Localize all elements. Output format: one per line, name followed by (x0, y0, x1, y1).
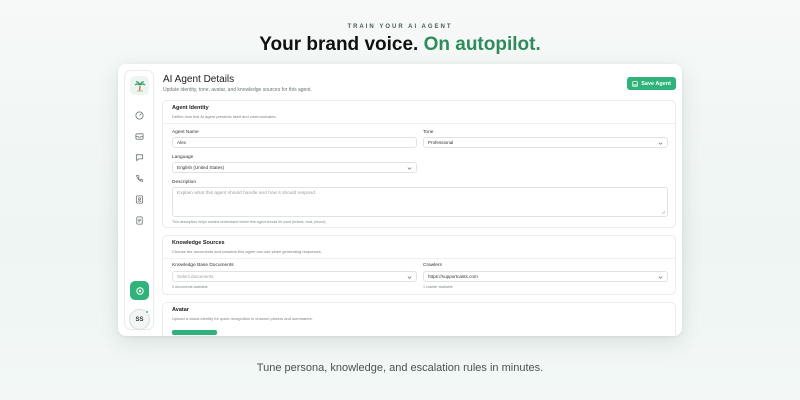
online-status-dot (145, 310, 149, 314)
crawlers-help: 1 crawler available (423, 285, 453, 289)
resize-handle-icon[interactable] (661, 210, 666, 215)
inbox-icon[interactable] (135, 132, 144, 141)
description-placeholder: Explain what this agent should handle an… (177, 191, 317, 196)
chevron-down-icon (407, 276, 412, 279)
tone-select[interactable]: Professional (423, 137, 668, 148)
language-value: English (United States) (177, 165, 224, 170)
phone-icon[interactable] (135, 174, 144, 183)
chevron-down-icon (407, 167, 412, 170)
save-agent-label: Save Agent (641, 80, 671, 87)
avatar-header: Avatar Upload a visual identity for quic… (163, 303, 675, 326)
language-label: Language (172, 155, 194, 160)
knowledge-sources-header: Knowledge Sources Choose the documents a… (163, 236, 675, 259)
agent-name-label: Agent Name (172, 130, 199, 135)
description-label: Description (172, 180, 196, 185)
eyebrow-text: TRAIN YOUR AI AGENT (347, 24, 453, 30)
avatar[interactable]: SS (129, 309, 150, 330)
kb-documents-select[interactable]: Select documents (172, 271, 417, 282)
dashboard-icon[interactable] (135, 111, 144, 120)
card-description: Define how this AI agent presents itself… (172, 114, 277, 119)
chevron-down-icon (658, 276, 663, 279)
main-content: AI Agent Details Update identity, tone, … (162, 70, 676, 336)
tone-label: Tone (423, 130, 434, 135)
crawlers-value: https://supportcasts.com (428, 274, 478, 279)
kb-documents-label: Knowledge Base Documents (172, 263, 234, 268)
knowledge-sources-card: Knowledge Sources Choose the documents a… (162, 235, 676, 295)
card-title: Agent Identity (172, 105, 209, 111)
settings-icon[interactable] (130, 281, 149, 300)
document-icon[interactable] (135, 216, 144, 225)
agent-identity-card: Agent Identity Define how this AI agent … (162, 100, 676, 228)
card-description: Upload a visual identity for quick recog… (172, 316, 313, 321)
save-icon (632, 80, 638, 87)
hero-headline: Your brand voice. On autopilot. (0, 34, 800, 56)
footer-tagline: Tune persona, knowledge, and escalation … (256, 362, 544, 374)
description-textarea[interactable]: Explain what this agent should handle an… (172, 187, 668, 217)
headline-accent: On autopilot. (423, 34, 541, 55)
chat-icon[interactable] (135, 153, 144, 162)
page-subtitle: Update identity, tone, avatar, and knowl… (163, 87, 312, 93)
card-description: Choose the documents and crawlers this a… (172, 249, 322, 254)
avatar-initials: SS (135, 316, 144, 323)
card-title: Knowledge Sources (172, 240, 225, 246)
kb-documents-placeholder: Select documents (177, 274, 214, 279)
agent-name-input[interactable]: Alex (172, 137, 417, 148)
tone-value: Professional (428, 140, 454, 145)
app-window: SS AI Agent Details Update identity, ton… (118, 64, 682, 336)
avatar-card: Avatar Upload a visual identity for quic… (162, 302, 676, 336)
language-select[interactable]: English (United States) (172, 162, 417, 173)
page-title: AI Agent Details (163, 74, 235, 85)
description-help-text: This description helps admins understand… (172, 220, 327, 224)
chevron-down-icon (658, 142, 663, 145)
kb-documents-help: 0 documents available (172, 285, 208, 289)
upload-avatar-button[interactable] (172, 330, 217, 335)
save-agent-button[interactable]: Save Agent (627, 77, 676, 90)
headline-main: Your brand voice. (259, 34, 419, 55)
agent-identity-header: Agent Identity Define how this AI agent … (163, 101, 675, 124)
crawlers-label: Crawlers (423, 263, 442, 268)
crawlers-select[interactable]: https://supportcasts.com (423, 271, 668, 282)
card-title: Avatar (172, 307, 189, 313)
sidebar: SS (124, 70, 154, 330)
palm-tree-icon[interactable] (130, 76, 149, 95)
contacts-icon[interactable] (135, 195, 144, 204)
